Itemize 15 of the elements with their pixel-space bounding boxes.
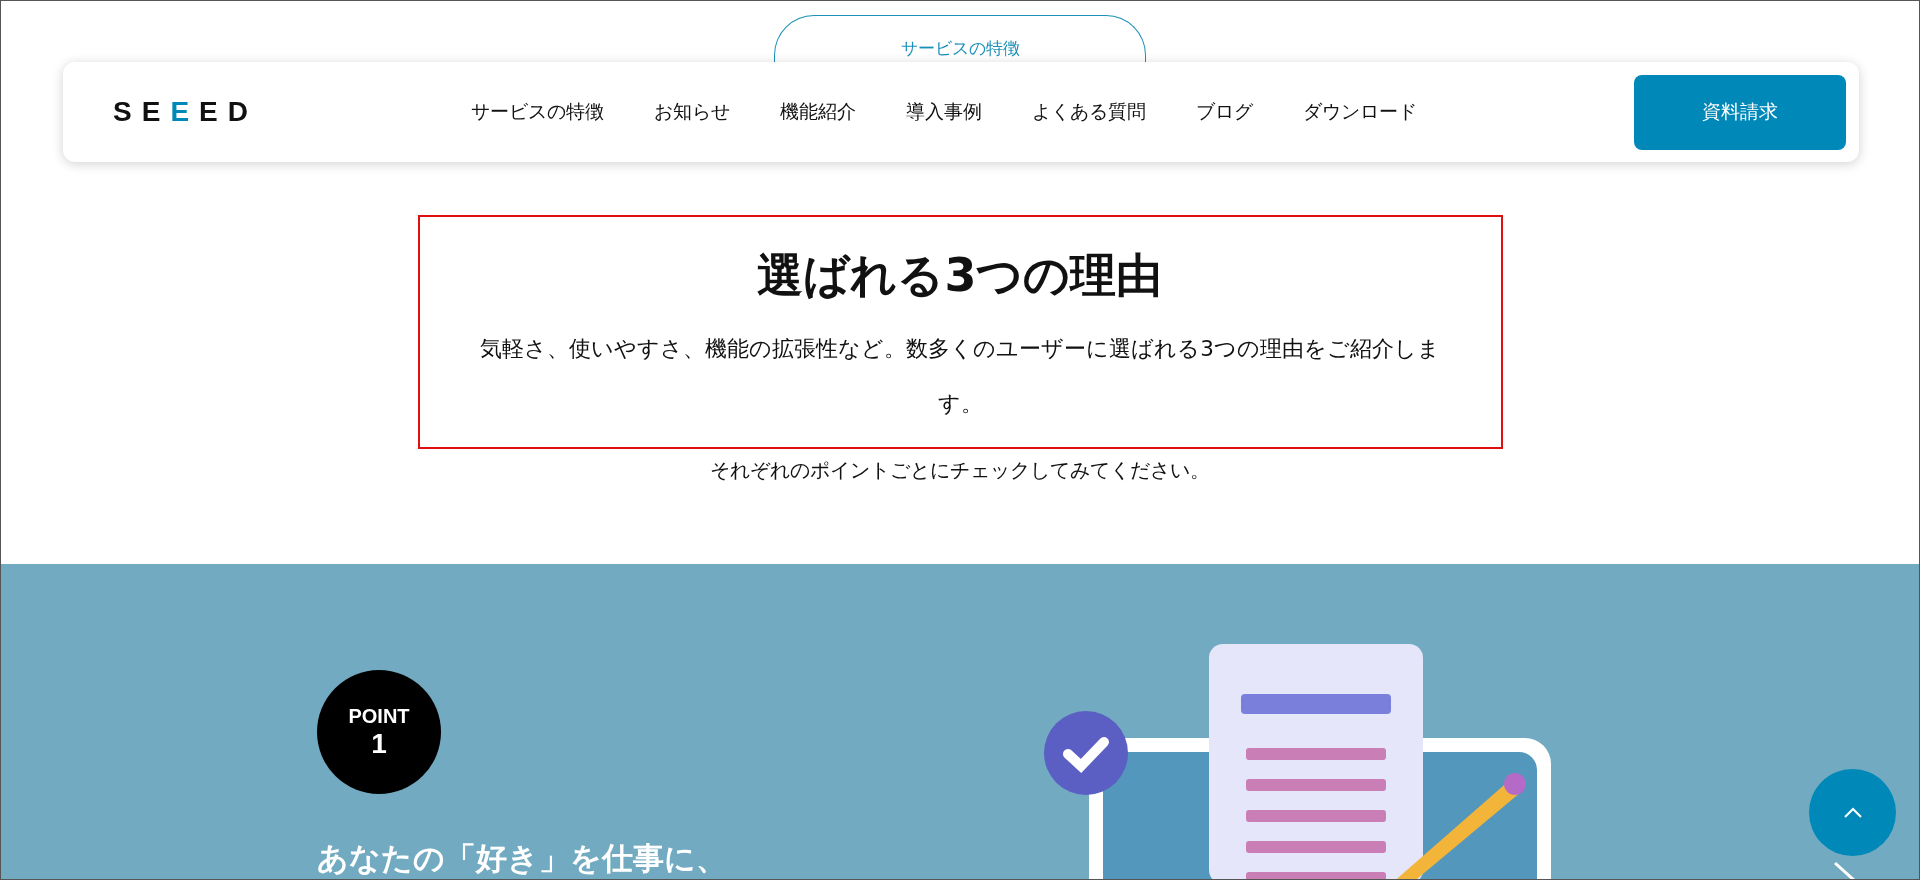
nav-link[interactable]: よくある質問 bbox=[1032, 99, 1146, 125]
nav-link[interactable]: ダウンロード bbox=[1303, 99, 1417, 125]
nav-link[interactable]: 導入事例 bbox=[906, 99, 982, 125]
section-title: 選ばれる3つの理由 bbox=[757, 247, 1163, 304]
nav-link[interactable]: ブログ bbox=[1196, 99, 1253, 125]
nav-link[interactable]: 機能紹介 bbox=[780, 99, 856, 125]
document-request-button[interactable]: 資料請求 bbox=[1634, 74, 1846, 150]
logo[interactable]: S E E E D bbox=[113, 96, 471, 128]
chevron-up-icon bbox=[1842, 806, 1863, 819]
nav-link[interactable]: サービスの特徴 bbox=[471, 99, 604, 125]
nav-link[interactable]: お知らせ bbox=[654, 99, 730, 125]
point-badge: POINT 1 bbox=[317, 670, 441, 794]
lead-text: 気軽さ、使いやすさ、機能の拡張性など。数多くのユーザーに選ばれる3つの理由をご紹介します。 bbox=[480, 335, 1440, 418]
sub-text: それぞれのポイントごとにチェックしてみてください。 bbox=[710, 457, 1210, 484]
point-heading: あなたの「好き」を仕事に、 bbox=[317, 839, 728, 878]
